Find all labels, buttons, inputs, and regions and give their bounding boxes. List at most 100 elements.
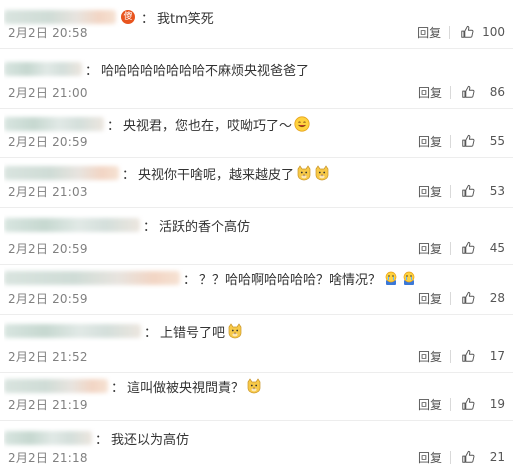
doge-emoji-icon xyxy=(297,165,311,181)
comment-time: 2月2日 21:52 xyxy=(8,349,88,364)
username-blurred[interactable] xyxy=(4,62,82,76)
username-separator: ： xyxy=(143,219,157,235)
comment-meta: 2月2日 21:18 回复 21 xyxy=(8,448,505,466)
thumbs-up-icon[interactable] xyxy=(461,85,475,99)
action-divider xyxy=(450,85,451,99)
comment-meta: 2月2日 20:59 回复 55 xyxy=(8,132,505,150)
thumbs-up-icon[interactable] xyxy=(461,450,475,464)
doge-emoji-icon xyxy=(228,323,242,339)
comment-item: ： 活跃的香个高仿 2月2日 20:59 回复 45 xyxy=(0,208,513,265)
crying-emoji-icon xyxy=(385,271,397,285)
comment-list: 傻 ： 我tm笑死 2月2日 20:58 回复 100 ： 哈哈哈哈哈哈哈哈不麻… xyxy=(0,0,513,471)
comment-text: 哈哈哈哈哈哈哈哈不麻烦央视爸爸了 xyxy=(101,63,310,79)
crying-emoji-icon xyxy=(403,271,415,285)
like-count: 86 xyxy=(489,85,505,99)
comment-time: 2月2日 21:00 xyxy=(8,85,88,100)
username-blurred[interactable] xyxy=(4,271,180,285)
action-divider xyxy=(450,450,451,464)
like-count: 55 xyxy=(489,134,505,148)
action-divider xyxy=(450,397,451,411)
reply-button[interactable]: 回复 xyxy=(418,240,442,257)
like-count: 19 xyxy=(489,397,505,411)
comment-time: 2月2日 21:19 xyxy=(8,397,88,412)
comment-text: 我还以为高仿 xyxy=(111,432,190,448)
username-blurred[interactable] xyxy=(4,166,119,180)
thumbs-up-icon[interactable] xyxy=(461,241,475,255)
comment-item: ： 哈哈哈哈哈哈哈哈不麻烦央视爸爸了 2月2日 21:00 回复 86 xyxy=(0,49,513,109)
comment-content: ： 我还以为高仿 xyxy=(4,427,505,449)
comment-content: ： 這叫做被央視問責？ xyxy=(4,375,505,397)
comment-time: 2月2日 21:03 xyxy=(8,184,88,199)
comment-actions: 回复 53 xyxy=(418,182,505,200)
thumbs-up-icon[interactable] xyxy=(460,25,474,39)
comment-actions: 回复 17 xyxy=(418,347,505,365)
comment-content: ： 哈哈哈哈哈哈哈哈不麻烦央视爸爸了 xyxy=(4,58,505,80)
comment-text: 上错号了吧 xyxy=(160,325,226,341)
like-count: 28 xyxy=(489,291,505,305)
thumbs-up-icon[interactable] xyxy=(461,134,475,148)
reply-button[interactable]: 回复 xyxy=(418,133,442,150)
user-badge-icon: 傻 xyxy=(121,10,135,24)
username-separator: ： xyxy=(107,118,121,134)
thumbs-up-icon[interactable] xyxy=(461,291,475,305)
comment-text: 活跃的香个高仿 xyxy=(159,219,251,235)
comment-actions: 回复 19 xyxy=(418,395,505,413)
username-blurred[interactable] xyxy=(4,324,141,338)
comment-text: 央视君，您也在，哎呦巧了～ xyxy=(123,118,293,134)
comment-time: 2月2日 20:59 xyxy=(8,134,88,149)
username-separator: ： xyxy=(144,325,158,341)
comment-item: ： 央视君，您也在，哎呦巧了～ 2月2日 20:59 回复 55 xyxy=(0,109,513,158)
doge-emoji-icon xyxy=(247,378,261,394)
reply-button[interactable]: 回复 xyxy=(418,290,442,307)
username-blurred[interactable] xyxy=(4,10,116,24)
comment-actions: 回复 21 xyxy=(418,448,505,466)
comment-meta: 2月2日 21:00 回复 86 xyxy=(8,83,505,101)
action-divider xyxy=(450,349,451,363)
comment-text: 央视你干啥呢，越来越皮了 xyxy=(138,167,295,183)
username-separator: ： xyxy=(183,272,197,288)
comment-item: ： ？？哈哈啊哈哈哈哈？啥情况？ 2月2日 20:59 回复 28 xyxy=(0,265,513,315)
action-divider xyxy=(449,25,451,39)
username-blurred[interactable] xyxy=(4,379,108,393)
action-divider xyxy=(450,241,451,255)
comment-item: 傻 ： 我tm笑死 2月2日 20:58 回复 100 xyxy=(0,0,513,49)
like-count: 53 xyxy=(489,184,505,198)
comment-text: ？？哈哈啊哈哈哈哈？啥情况？ xyxy=(199,272,382,288)
thumbs-up-icon[interactable] xyxy=(461,397,475,411)
comment-time: 2月2日 21:18 xyxy=(8,450,88,465)
username-blurred[interactable] xyxy=(4,218,140,232)
comment-content: ： 上错号了吧 xyxy=(4,320,505,342)
username-blurred[interactable] xyxy=(4,431,92,445)
comment-time: 2月2日 20:59 xyxy=(8,291,88,306)
like-count: 21 xyxy=(489,450,505,464)
comment-meta: 2月2日 21:19 回复 19 xyxy=(8,395,505,413)
username-blurred[interactable] xyxy=(4,117,104,131)
username-separator: ： xyxy=(95,432,109,448)
reply-button[interactable]: 回复 xyxy=(417,24,441,41)
comment-meta: 2月2日 21:03 回复 53 xyxy=(8,182,505,200)
reply-button[interactable]: 回复 xyxy=(418,348,442,365)
comment-actions: 回复 45 xyxy=(418,239,505,257)
reply-button[interactable]: 回复 xyxy=(418,449,442,466)
reply-button[interactable]: 回复 xyxy=(418,183,442,200)
comment-actions: 回复 100 xyxy=(417,23,505,41)
reply-button[interactable]: 回复 xyxy=(418,396,442,413)
comment-item: ： 我还以为高仿 2月2日 21:18 回复 21 xyxy=(0,421,513,471)
like-count: 45 xyxy=(489,241,505,255)
thumbs-up-icon[interactable] xyxy=(461,184,475,198)
reply-button[interactable]: 回复 xyxy=(418,84,442,101)
comment-item: ： 這叫做被央視問責？ 2月2日 21:19 回复 19 xyxy=(0,373,513,421)
thumbs-up-icon[interactable] xyxy=(461,349,475,363)
comment-item: ： 央视你干啥呢，越来越皮了 2月2日 21:03 回复 53 xyxy=(0,158,513,208)
comment-content: ： 央视你干啥呢，越来越皮了 xyxy=(4,162,505,184)
comment-actions: 回复 55 xyxy=(418,132,505,150)
comment-actions: 回复 28 xyxy=(418,289,505,307)
comment-text: 這叫做被央視問責？ xyxy=(127,380,245,396)
comment-time: 2月2日 20:58 xyxy=(8,25,88,40)
username-separator: ： xyxy=(122,167,136,183)
username-separator: ： xyxy=(85,63,99,79)
comment-meta: 2月2日 20:58 回复 100 xyxy=(8,23,505,41)
like-count: 17 xyxy=(489,349,505,363)
comment-item: ： 上错号了吧 2月2日 21:52 回复 17 xyxy=(0,315,513,373)
comment-meta: 2月2日 20:59 回复 28 xyxy=(8,289,505,307)
